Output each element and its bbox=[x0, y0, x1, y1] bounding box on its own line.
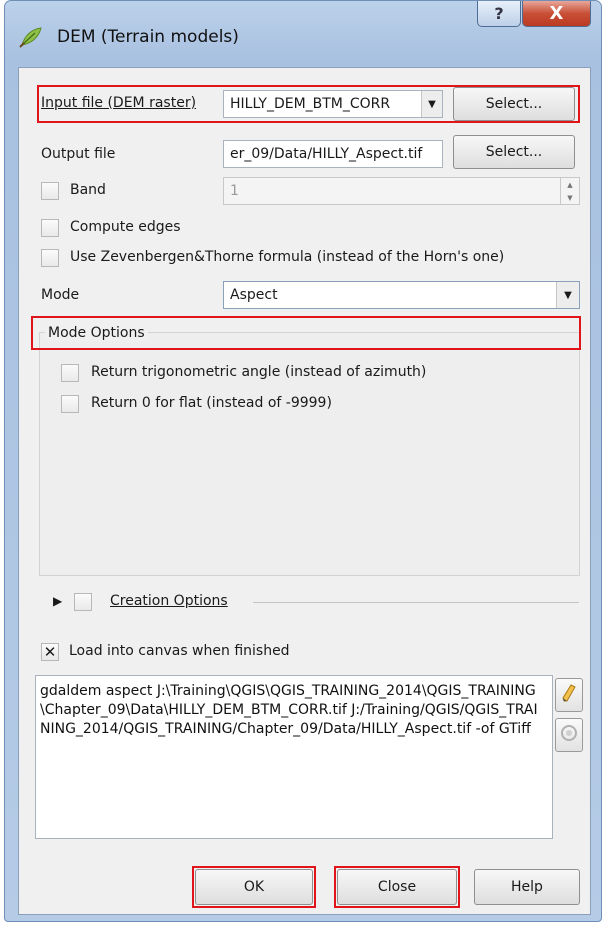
pencil-icon bbox=[561, 683, 577, 707]
zevenbergen-checkbox[interactable] bbox=[41, 249, 59, 267]
dialog-window: DEM (Terrain models) ? X Input file (DEM… bbox=[4, 0, 602, 922]
output-file-input[interactable]: er_09/Data/HILLY_Aspect.tif bbox=[223, 140, 443, 168]
gdal-command-text[interactable]: gdaldem aspect J:\Training\QGIS\QGIS_TRA… bbox=[35, 675, 553, 839]
help-button[interactable]: Help bbox=[474, 869, 580, 905]
band-spinbox: 1 ▲ ▼ bbox=[223, 177, 580, 205]
creation-options-label: Creation Options bbox=[110, 593, 228, 609]
load-canvas-checkbox[interactable]: ✕ bbox=[41, 643, 59, 661]
compute-edges-checkbox[interactable] bbox=[41, 219, 59, 237]
mode-options-highlight bbox=[31, 316, 581, 350]
zevenbergen-label: Use Zevenbergen&Thorne formula (instead … bbox=[70, 249, 505, 265]
expand-arrow-icon[interactable]: ▶ bbox=[53, 594, 62, 608]
output-select-button[interactable]: Select... bbox=[453, 135, 575, 169]
flat-zero-label: Return 0 for flat (instead of -9999) bbox=[91, 395, 332, 411]
checkmark-x-icon: ✕ bbox=[43, 642, 57, 661]
close-icon: X bbox=[549, 3, 564, 24]
creation-options-divider bbox=[253, 602, 579, 603]
reset-command-button[interactable] bbox=[555, 718, 583, 752]
creation-options-label-text: Creation Options bbox=[110, 593, 228, 609]
context-help-button[interactable]: ? bbox=[477, 1, 521, 27]
edit-command-button[interactable] bbox=[555, 678, 583, 712]
trig-angle-label: Return trigonometric angle (instead of a… bbox=[91, 364, 427, 380]
dialog-body: Input file (DEM raster) HILLY_DEM_BTM_CO… bbox=[18, 67, 591, 915]
band-checkbox[interactable] bbox=[41, 182, 59, 200]
reset-icon bbox=[560, 724, 578, 746]
band-value: 1 bbox=[230, 183, 239, 199]
question-icon: ? bbox=[494, 4, 504, 23]
mode-label: Mode bbox=[41, 287, 80, 303]
compute-edges-label: Compute edges bbox=[70, 219, 181, 235]
output-file-label: Output file bbox=[41, 146, 116, 162]
band-label: Band bbox=[70, 182, 106, 198]
window-title: DEM (Terrain models) bbox=[57, 27, 239, 47]
spin-arrows-icon: ▲ ▼ bbox=[560, 178, 579, 204]
window-close-button[interactable]: X bbox=[522, 1, 591, 27]
creation-options-checkbox[interactable] bbox=[74, 593, 92, 611]
mode-value: Aspect bbox=[230, 287, 278, 303]
qgis-leaf-icon bbox=[19, 26, 43, 48]
output-file-value: er_09/Data/HILLY_Aspect.tif bbox=[230, 146, 423, 162]
flat-zero-checkbox[interactable] bbox=[61, 395, 79, 413]
ok-highlight bbox=[192, 866, 316, 908]
load-canvas-label: Load into canvas when finished bbox=[69, 643, 290, 659]
trig-angle-checkbox[interactable] bbox=[61, 364, 79, 382]
mode-combobox[interactable]: Aspect ▼ bbox=[223, 281, 580, 309]
input-row-highlight bbox=[37, 85, 580, 123]
close-highlight bbox=[334, 866, 460, 908]
chevron-down-icon[interactable]: ▼ bbox=[556, 282, 579, 308]
title-bar[interactable]: DEM (Terrain models) ? X bbox=[5, 1, 601, 65]
